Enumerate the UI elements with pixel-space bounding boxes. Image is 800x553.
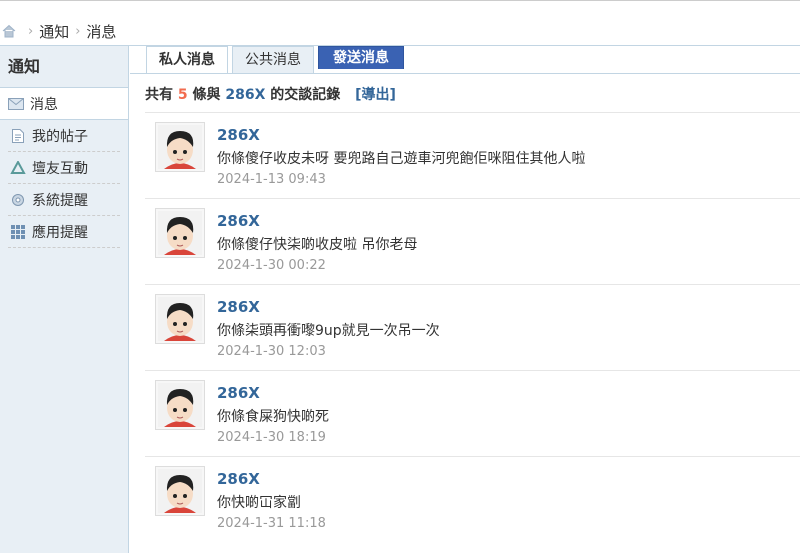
- breadcrumb: › 通知 › 消息: [0, 21, 116, 41]
- conversation-summary: 共有 5 條與 286X 的交談記錄 [導出]: [145, 84, 396, 104]
- message-text: 你條傻仔快柒啲收皮啦 吊你老母: [217, 237, 418, 253]
- message-time: 2024-1-30 18:19: [217, 430, 326, 445]
- home-icon[interactable]: [2, 24, 16, 38]
- message-time: 2024-1-13 09:43: [217, 172, 326, 187]
- sender-name[interactable]: 286X: [217, 212, 260, 230]
- avatar[interactable]: [155, 294, 205, 344]
- tab-public-messages[interactable]: 公共消息: [232, 46, 314, 73]
- breadcrumb-messages: 消息: [86, 22, 117, 41]
- avatar[interactable]: [155, 122, 205, 172]
- message-time: 2024-1-30 00:22: [217, 258, 326, 273]
- sidebar-item-interaction[interactable]: 壇友互動: [8, 152, 120, 184]
- top-bar: › 通知 › 消息: [0, 0, 800, 46]
- message-list: 286X 你條傻仔收皮未呀 要兜路自己遊車河兜飽佢咪阻住其他人啦 2024-1-…: [145, 112, 800, 542]
- breadcrumb-notify-link[interactable]: 通知: [39, 21, 69, 42]
- sidebar-item-apps[interactable]: 應用提醒: [8, 216, 120, 248]
- tab-private-messages[interactable]: 私人消息: [146, 46, 228, 74]
- recycle-icon: [10, 160, 26, 176]
- sidebar-item-label: 系統提醒: [32, 192, 88, 209]
- breadcrumb-separator: ›: [75, 23, 81, 39]
- sidebar-item-label: 我的帖子: [32, 128, 88, 145]
- sender-name[interactable]: 286X: [217, 298, 260, 316]
- message-text: 你快啲冚家劏: [217, 495, 301, 511]
- message-text: 你條傻仔收皮未呀 要兜路自己遊車河兜飽佢咪阻住其他人啦: [217, 151, 586, 167]
- sidebar-title: 通知: [0, 46, 128, 88]
- tab-divider: [130, 73, 800, 74]
- summary-middle: 條與: [192, 87, 221, 103]
- sidebar-item-label: 應用提醒: [32, 224, 88, 241]
- message-item: 286X 你條食屎狗快啲死 2024-1-30 18:19: [145, 370, 800, 456]
- sidebar-item-system[interactable]: 系統提醒: [8, 184, 120, 216]
- sidebar: 通知 消息 我的帖子 壇友互動 系統提醒 應用提醒: [0, 46, 129, 553]
- message-item: 286X 你快啲冚家劏 2024-1-31 11:18: [145, 456, 800, 542]
- sidebar-item-messages[interactable]: 消息: [0, 88, 128, 120]
- avatar[interactable]: [155, 380, 205, 430]
- summary-prefix: 共有: [145, 87, 173, 103]
- avatar[interactable]: [155, 466, 205, 516]
- grid-icon: [10, 224, 26, 240]
- breadcrumb-separator: ›: [28, 23, 34, 39]
- sidebar-item-label: 消息: [30, 96, 58, 113]
- message-text: 你條食屎狗快啲死: [217, 409, 329, 425]
- envelope-icon: [8, 96, 24, 112]
- sender-name[interactable]: 286X: [217, 470, 260, 488]
- summary-suffix: 的交談記錄: [270, 87, 341, 103]
- export-link[interactable]: [導出]: [355, 87, 396, 103]
- document-icon: [10, 128, 26, 144]
- message-time: 2024-1-30 12:03: [217, 344, 326, 359]
- summary-username[interactable]: 286X: [225, 87, 265, 103]
- message-item: 286X 你條傻仔收皮未呀 要兜路自己遊車河兜飽佢咪阻住其他人啦 2024-1-…: [145, 112, 800, 198]
- message-count: 5: [177, 87, 188, 103]
- main-content: 私人消息 公共消息 發送消息 共有 5 條與 286X 的交談記錄 [導出] 2…: [130, 46, 800, 553]
- avatar[interactable]: [155, 208, 205, 258]
- message-item: 286X 你條傻仔快柒啲收皮啦 吊你老母 2024-1-30 00:22: [145, 198, 800, 284]
- sidebar-item-label: 壇友互動: [32, 160, 88, 177]
- tab-bar: 私人消息 公共消息 發送消息: [146, 46, 408, 74]
- gear-icon: [10, 192, 26, 208]
- send-message-button[interactable]: 發送消息: [318, 46, 404, 69]
- sender-name[interactable]: 286X: [217, 126, 260, 144]
- sender-name[interactable]: 286X: [217, 384, 260, 402]
- message-text: 你條柒頭再衝嚟9up就見一次吊一次: [217, 323, 440, 339]
- message-item: 286X 你條柒頭再衝嚟9up就見一次吊一次 2024-1-30 12:03: [145, 284, 800, 370]
- sidebar-item-my-posts[interactable]: 我的帖子: [8, 120, 120, 152]
- message-time: 2024-1-31 11:18: [217, 516, 326, 531]
